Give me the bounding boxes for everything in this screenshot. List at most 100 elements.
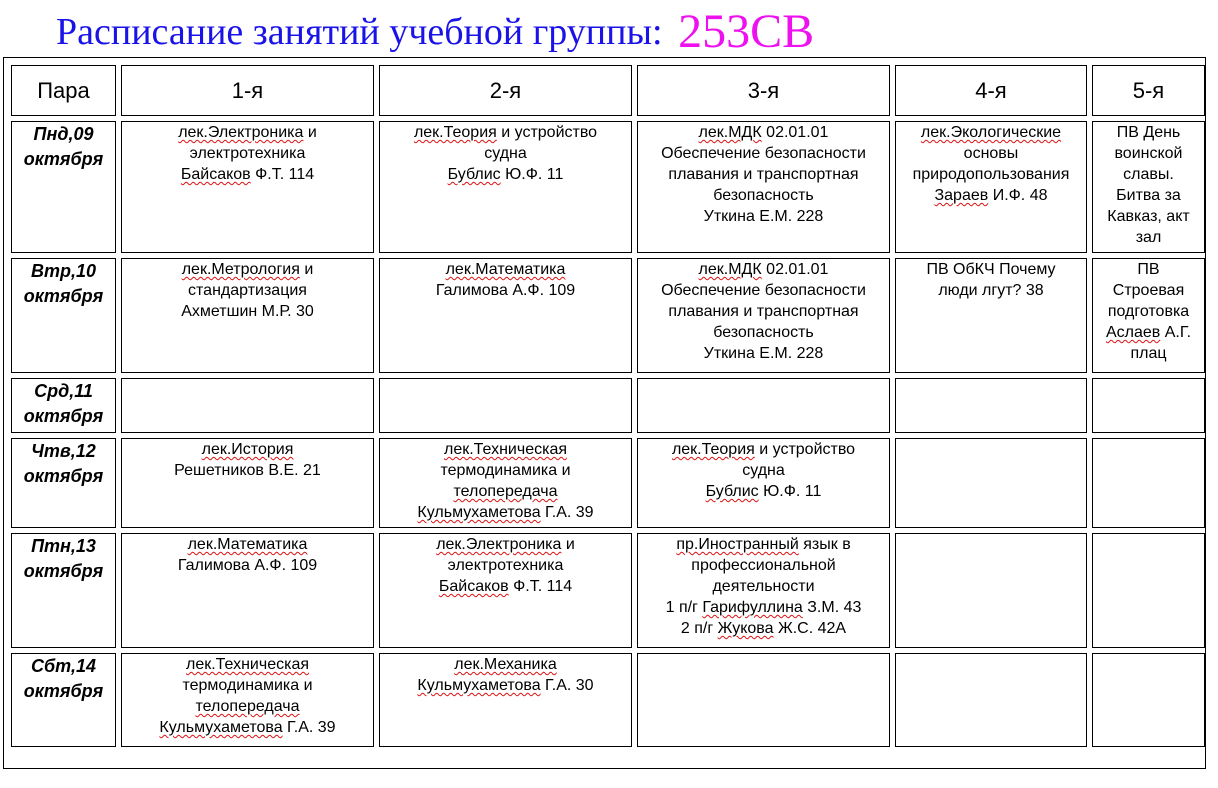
empty-lesson-cell	[1092, 378, 1205, 433]
day-row: Пнд,09 октября лек.Электроника и электротех…	[11, 121, 1205, 253]
lesson-text: и	[561, 536, 575, 553]
lesson-text: Решетников В.Е. 21	[174, 462, 321, 479]
spellcheck-word: лек.Электроника	[178, 124, 304, 141]
lesson-cell: лек.Метрология и стандартизация Ахметшин М…	[121, 258, 374, 373]
lesson-text: Ю.Ф. 11	[500, 166, 564, 183]
lesson-line: телопередача	[124, 696, 371, 717]
lesson-text: Обеспечение безопасности	[661, 145, 866, 162]
spellcheck-word: Жукова	[717, 620, 774, 637]
spellcheck-word: лек.Электроника	[436, 536, 562, 553]
empty-lesson-cell	[895, 438, 1087, 528]
lesson-text: 1 п/г	[665, 599, 703, 616]
lesson-line: лек.МДК 02.01.01	[640, 259, 887, 280]
lesson-line: Обеспечение безопасности	[640, 280, 887, 301]
day-label: Пнд,09 октября	[11, 121, 116, 253]
title-text: Расписание занятий учебной группы:	[56, 11, 663, 53]
spellcheck-word: лек.Техническая	[443, 441, 568, 458]
spellcheck-word: лек.Теория	[671, 441, 755, 458]
lesson-cell: лек.МДК 02.01.01 Обеспечение безопасности…	[637, 121, 890, 253]
header-cell-pair-3: 3-я	[637, 65, 890, 116]
lesson-line: лек.Экологические	[898, 122, 1084, 143]
lesson-text: Уткина Е.М. 228	[703, 208, 824, 225]
lesson-line: ПВ ОбКЧ Почему	[898, 259, 1084, 280]
lesson-cell: пр.Иностранный язык в профессиональной дея…	[637, 533, 890, 648]
lesson-line: электротехника	[124, 143, 371, 164]
header-cell-pair-4: 4-я	[895, 65, 1087, 116]
lesson-line: профессиональной	[640, 555, 887, 576]
empty-lesson-cell	[1092, 653, 1205, 747]
empty-lesson-cell	[379, 378, 632, 433]
lesson-line: Байсаков Ф.Т. 114	[124, 164, 371, 185]
lesson-line: пр.Иностранный язык в	[640, 534, 887, 555]
lesson-text: Ж.С. 42А	[773, 620, 847, 637]
lesson-text: 2 п/г	[680, 620, 718, 637]
empty-lesson-cell	[895, 378, 1087, 433]
empty-lesson-cell	[121, 378, 374, 433]
spellcheck-word: лек.Механика	[454, 656, 557, 673]
day-label-line: Втр,10	[30, 261, 97, 281]
spellcheck-word: Аслаев	[1105, 324, 1161, 341]
lesson-text: воинской	[1114, 145, 1183, 162]
lesson-cell: ПВ ОбКЧ Почему люди лгут? 38	[895, 258, 1087, 373]
lesson-text: Обеспечение безопасности	[661, 282, 866, 299]
lesson-text: и устройство	[496, 124, 598, 141]
day-label-line: Птн,13	[31, 536, 96, 556]
lesson-line: природопользования	[898, 164, 1084, 185]
lesson-line: Кульмухаметова Г.А. 39	[382, 502, 629, 523]
lesson-line: лек.Техническая	[124, 654, 371, 675]
spellcheck-word: Кульмухаметова	[417, 504, 541, 521]
lesson-text: судна	[742, 462, 785, 479]
day-row: Втр,10 октября лек.Метрология и стандартиза…	[11, 258, 1205, 373]
day-label-line: октября	[23, 149, 104, 169]
lesson-line: Ахметшин М.Р. 30	[124, 301, 371, 322]
spellcheck-word: лек.Теория	[413, 124, 497, 141]
lesson-text: А.Г.	[1160, 324, 1192, 341]
lesson-line: Кульмухаметова Г.А. 39	[124, 717, 371, 738]
lesson-cell: лек.Электроника и электротехника Байсаков …	[121, 121, 374, 253]
lesson-line: деятельности	[640, 576, 887, 597]
spellcheck-word: пр.Иностранный	[676, 536, 799, 553]
lesson-line: Бублис Ю.Ф. 11	[382, 164, 629, 185]
group-code: 253СВ	[678, 5, 815, 58]
lesson-text: Галимова А.Ф. 109	[177, 557, 318, 574]
header-cell-para: Пара	[11, 65, 116, 116]
day-label: Сбт,14 октября	[11, 653, 116, 747]
lesson-text: ПВ ОбКЧ Почему	[926, 261, 1056, 278]
day-label-line: Чтв,12	[31, 441, 96, 461]
lesson-line: лек.Техническая	[382, 439, 629, 460]
lesson-text: безопасность	[713, 187, 814, 204]
lesson-line: лек.Механика	[382, 654, 629, 675]
lesson-cell: лек.Электроника и электротехника Байсаков …	[379, 533, 632, 648]
lesson-line: Аслаев А.Г.	[1095, 322, 1202, 343]
lesson-line: стандартизация	[124, 280, 371, 301]
day-label-line: октября	[23, 681, 104, 701]
spellcheck-word: Байсаков	[438, 578, 509, 595]
lesson-text: З.М. 43	[802, 599, 862, 616]
lesson-line: люди лгут? 38	[898, 280, 1084, 301]
lesson-line: лек.История	[124, 439, 371, 460]
day-label-line: Срд,11	[34, 381, 93, 401]
lesson-text: зал	[1135, 229, 1162, 246]
lesson-text: термодинамика и	[440, 462, 571, 479]
lesson-cell: лек.Техническая термодинамика и телопереда…	[121, 653, 374, 747]
spellcheck-word: Зараев	[934, 187, 989, 204]
lesson-cell: лек.Экологические основы природопользовани…	[895, 121, 1087, 253]
spellcheck-word: Бублис	[447, 166, 501, 183]
lesson-line: зал	[1095, 227, 1202, 248]
spellcheck-word: Байсаков	[180, 166, 251, 183]
lesson-text: Ю.Ф. 11	[758, 483, 822, 500]
lesson-text: ПВ	[1137, 261, 1160, 278]
lesson-line: Уткина Е.М. 228	[640, 206, 887, 227]
spellcheck-word: Кульмухаметова	[417, 677, 541, 694]
lesson-text: и устройство	[754, 441, 856, 458]
lesson-line: ПВ День	[1095, 122, 1202, 143]
spellcheck-word: Гарифуллина	[702, 599, 803, 616]
lesson-text: ПВ День	[1116, 124, 1181, 141]
empty-lesson-cell	[637, 653, 890, 747]
day-label-line: октября	[23, 286, 104, 306]
spellcheck-word: лек.История	[201, 441, 294, 458]
lesson-line: Решетников В.Е. 21	[124, 460, 371, 481]
spellcheck-word: лек.МДК	[698, 124, 762, 141]
lesson-cell: лек.Механика Кульмухаметова Г.А. 30	[379, 653, 632, 747]
lesson-text: подготовка	[1107, 303, 1190, 320]
